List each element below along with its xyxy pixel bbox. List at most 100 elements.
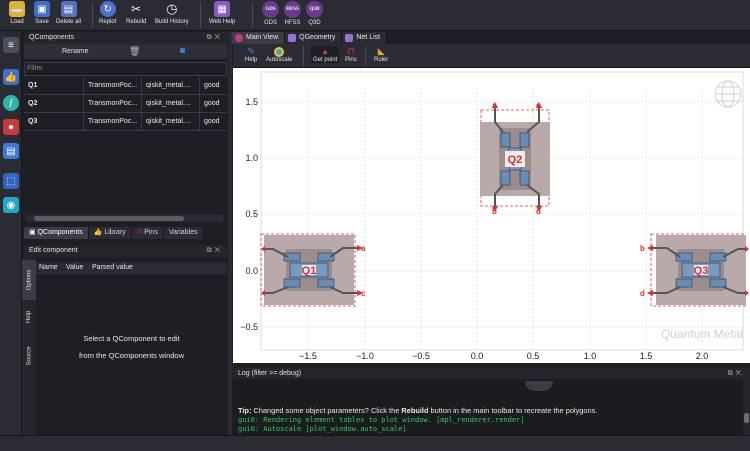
panel-controls[interactable]: ⧉✕ — [207, 32, 223, 44]
rename-label[interactable]: Rename — [62, 48, 88, 55]
table-row[interactable]: Q1 TransmonPoc... qiskit_metal.... good — [24, 77, 227, 95]
history-icon: ◷ — [166, 1, 178, 16]
edit-empty-message: Select a QComponent to edit from the QCo… — [78, 334, 185, 360]
tab-variables[interactable]: Variables — [163, 227, 204, 239]
tab-source[interactable]: Source — [22, 336, 36, 376]
pin-label: a — [361, 244, 366, 253]
log-line: gui0: Autoscale [plot_window.auto_scale] — [238, 425, 407, 433]
x-tick-label: 2.0 — [696, 351, 709, 361]
help-button[interactable]: ✎ Help — [245, 46, 257, 63]
qcomponents-tabbar: ▣ QComponents 👍 Library ⊓ Pins Variables — [24, 227, 204, 239]
tab-net-list[interactable]: Net List — [342, 32, 388, 44]
function-icon[interactable]: ƒ — [3, 95, 19, 111]
build-history-button[interactable]: ◷ Build History — [155, 1, 189, 31]
qcomponents-tab-icon: ▣ — [29, 229, 38, 236]
x-tick-label: 1.0 — [584, 351, 597, 361]
trash-icon[interactable]: 🗑 — [129, 46, 140, 57]
replot-icon: ↻ — [99, 1, 116, 17]
ruler-button[interactable]: ◣ Ruler — [374, 46, 388, 63]
hfss-button[interactable]: HFSS HFSS — [284, 1, 301, 31]
dot-icon[interactable] — [180, 48, 185, 53]
layout-plot: 1.5 1.0 0.5 0.0 −0.5 −1.5 −1.0 −0.5 0.0 … — [240, 71, 749, 361]
tab-options[interactable]: Options — [22, 260, 36, 300]
component-q3: Q3 b d — [640, 233, 749, 307]
pin-label: d — [640, 289, 645, 298]
save-button[interactable]: ▣ Save — [34, 1, 50, 31]
y-tick-label: 0.0 — [245, 266, 258, 276]
main-toolbar: ▬ Load ▣ Save ▤ Delete all ↻ Replot ✂ Re… — [0, 0, 750, 31]
component-q1: Q1 a c — [260, 233, 366, 307]
edit-vertical-tabs: Options Help Source — [22, 258, 36, 435]
thumbs-up-icon[interactable]: 👍 — [3, 69, 19, 85]
qcomponents-scrollbar[interactable] — [26, 215, 224, 222]
filter-input[interactable]: Filter — [24, 62, 227, 76]
table-row[interactable]: Q3 TransmonPoc... qiskit_metal.... good — [24, 113, 227, 131]
load-button[interactable]: ▬ Load — [9, 1, 25, 31]
rebuild-icon: ✂ — [131, 2, 142, 16]
autoscale-icon — [273, 46, 285, 57]
q1-label: Q1 — [302, 265, 317, 277]
tab-qcomponents[interactable]: ▣ QComponents — [24, 227, 89, 239]
pins-button[interactable]: ⊓ Pins — [345, 46, 357, 63]
panel-controls[interactable]: ⧉✕ — [728, 368, 744, 379]
table-row[interactable]: Q2 TransmonPoc... qiskit_metal.... good — [24, 95, 227, 113]
x-tick-label: 0.0 — [471, 351, 484, 361]
camera-icon[interactable]: ◉ — [3, 197, 19, 213]
x-tick-label: −0.5 — [412, 351, 430, 361]
delete-all-button[interactable]: ▤ Delete all — [56, 1, 81, 31]
tab-library[interactable]: 👍 Library — [88, 227, 132, 239]
select-area-icon[interactable]: ⬚ — [3, 173, 19, 189]
globe-icon — [714, 80, 742, 108]
log-panel-title: Log (filter >= debug) ⧉✕ — [233, 368, 750, 379]
panel-controls[interactable]: ⧉✕ — [207, 245, 223, 257]
pin-label: b — [492, 207, 497, 216]
library-tab-icon: 👍 — [93, 229, 105, 236]
edit-component-title: Edit component ⧉✕ — [24, 245, 227, 257]
q2-label: Q2 — [508, 154, 523, 166]
save-icon: ▣ — [34, 1, 50, 17]
pins-icon: ⊓ — [347, 46, 355, 56]
autoscale-button[interactable]: Autoscale — [266, 46, 292, 63]
edit-table-header: Name Value Parsed value — [36, 262, 227, 274]
y-tick-label: −0.5 — [240, 322, 258, 332]
web-help-button[interactable]: ▦ Web Help — [209, 1, 235, 31]
hfss-icon: HFSS — [284, 1, 301, 18]
net-list-icon — [345, 34, 354, 42]
component-q2: Q2 a c b d — [480, 101, 550, 216]
q3d-icon: Q3D — [306, 1, 323, 18]
qcomponents-panel-title: QComponents ⧉✕ — [24, 32, 227, 44]
main-view-icon — [235, 34, 243, 42]
log-mascot-icon — [525, 381, 553, 391]
tab-pins[interactable]: ⊓ Pins — [131, 227, 164, 239]
map-pin-icon: ● — [322, 46, 328, 57]
web-help-icon: ▦ — [214, 1, 231, 17]
gds-icon: GDS — [262, 1, 279, 18]
tab-qgeometry[interactable]: QGeometry — [285, 32, 343, 44]
status-bar — [0, 435, 750, 451]
gds-button[interactable]: GDS GDS — [262, 1, 279, 31]
log-line: gui0: Rendering element tables to plot w… — [238, 416, 525, 424]
x-tick-label: 0.5 — [527, 351, 540, 361]
q3d-button[interactable]: Q3D Q3D — [306, 1, 323, 31]
replot-button[interactable]: ↻ Replot — [99, 1, 116, 31]
folder-icon: ▬ — [9, 1, 25, 17]
tab-help[interactable]: Help — [22, 300, 36, 334]
y-tick-label: 1.5 — [245, 97, 258, 107]
log-scrollbar[interactable] — [743, 379, 750, 435]
pin-label: c — [361, 289, 366, 298]
tab-main-view[interactable]: Main View — [232, 32, 286, 44]
pin-label: a — [492, 101, 497, 110]
layers-icon[interactable]: ≡ — [3, 37, 19, 53]
watermark: Quantum Metal — [661, 327, 743, 341]
document-icon[interactable]: ▤ — [3, 143, 19, 159]
pin-label: c — [536, 101, 541, 110]
rebuild-button[interactable]: ✂ Rebuild — [126, 1, 146, 31]
plot-canvas[interactable]: 1.5 1.0 0.5 0.0 −0.5 −1.5 −1.0 −0.5 0.0 … — [233, 68, 750, 363]
y-tick-label: 1.0 — [245, 153, 258, 163]
x-tick-label: 1.5 — [640, 351, 653, 361]
pin-label: d — [536, 207, 541, 216]
record-icon[interactable]: ● — [3, 119, 19, 135]
pin-label: b — [640, 244, 645, 253]
get-point-button[interactable]: ● Get point — [311, 46, 340, 63]
help-icon: ✎ — [247, 46, 255, 56]
